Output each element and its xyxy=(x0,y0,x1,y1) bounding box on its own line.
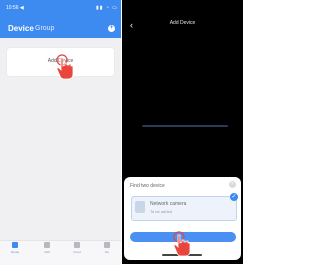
camera-icon xyxy=(135,201,145,213)
tab-home-label: Home xyxy=(10,250,19,254)
check-icon: ✓ xyxy=(230,193,238,201)
tab-mall[interactable]: Mall xyxy=(35,242,59,254)
tab-home[interactable]: Home xyxy=(3,242,27,254)
tab-cloud-label: Cloud xyxy=(73,250,81,254)
hand-pointer-icon xyxy=(173,231,191,257)
tab-group[interactable]: Group xyxy=(35,25,54,32)
close-icon[interactable]: × xyxy=(229,181,236,188)
hand-pointer-icon xyxy=(56,54,74,80)
user-icon xyxy=(104,242,110,248)
device-status: To be added xyxy=(150,209,173,214)
tab-device[interactable]: Device xyxy=(8,24,34,33)
home-icon xyxy=(12,242,18,248)
tab-me-label: Me xyxy=(104,250,110,254)
add-circle-icon[interactable]: + xyxy=(108,25,115,32)
device-list-item[interactable] xyxy=(131,196,237,221)
left-phone-screen xyxy=(0,0,121,264)
tab-cloud[interactable]: Cloud xyxy=(65,242,89,254)
tab-me[interactable]: Me xyxy=(95,242,119,254)
sheet-title: Find two device xyxy=(130,183,165,189)
tab-mall-label: Mall xyxy=(44,250,50,254)
scan-progress-bar xyxy=(142,125,228,127)
cloud-icon xyxy=(74,242,80,248)
page-title: Add Device xyxy=(169,20,196,26)
status-icons: ▮▮ ◔ ▭ xyxy=(96,5,119,11)
status-time: 10:56 ◀ xyxy=(6,5,24,11)
mall-icon xyxy=(44,242,50,248)
device-name: Network camera xyxy=(150,201,187,207)
